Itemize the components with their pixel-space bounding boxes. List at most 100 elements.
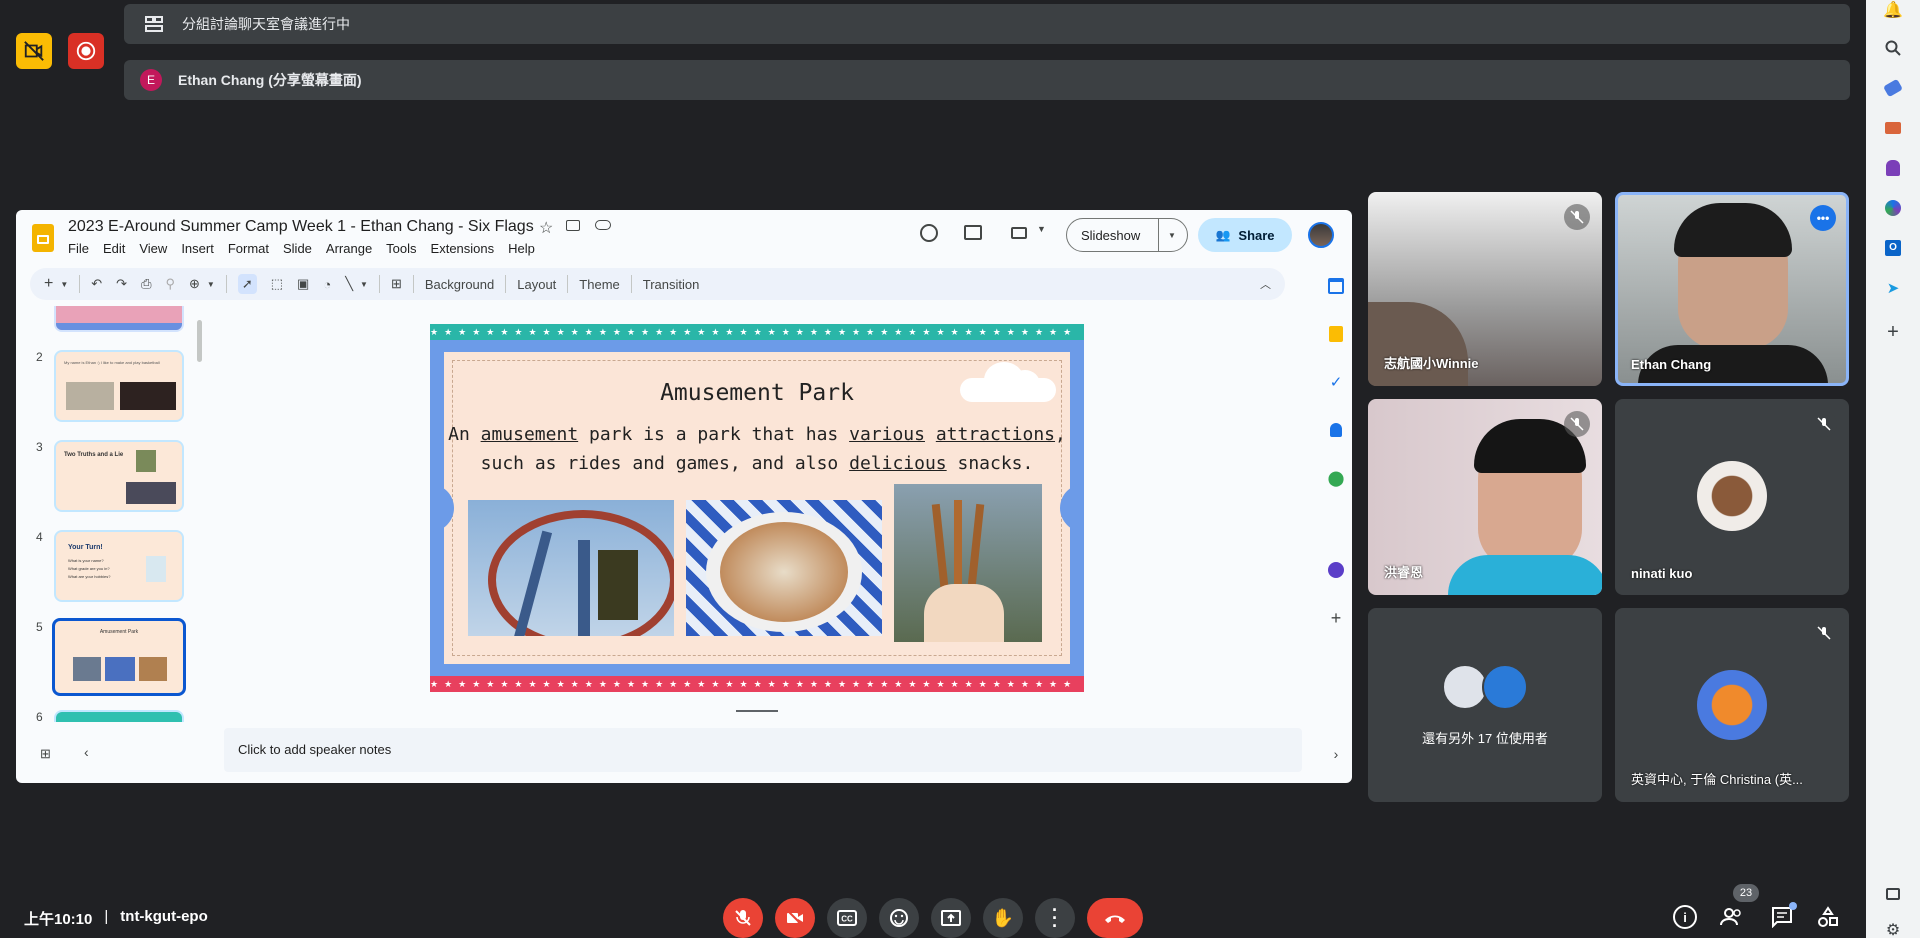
cloud-saved-icon[interactable] <box>595 220 611 230</box>
captions-button[interactable]: CC <box>827 898 867 938</box>
slide-canvas[interactable]: ★★★★★★★★★★★★★★★★★★★★★★★★★★★★★★★★★★★★★★★★… <box>430 324 1084 692</box>
captions-off-badge[interactable] <box>16 33 52 69</box>
participant-tile-christina[interactable]: 英資中心, 于倫 Christina (英... <box>1615 608 1849 802</box>
add-comment-icon[interactable]: ⊞ <box>391 276 402 292</box>
zoom-icon[interactable]: ⊕ <box>189 276 200 292</box>
share-button[interactable]: 👥 Share <box>1198 218 1292 252</box>
present-button[interactable] <box>931 898 971 938</box>
theme-button[interactable]: Theme <box>579 277 619 292</box>
maps-icon[interactable]: ⬤ <box>1322 464 1350 492</box>
slides-logo-icon[interactable] <box>32 224 54 252</box>
slide-thumb-4[interactable]: Your Turn! What is your name? What grade… <box>54 530 184 602</box>
calendar-icon[interactable] <box>1322 272 1350 300</box>
tag-icon[interactable] <box>1879 74 1907 102</box>
new-slide-dropdown-icon[interactable]: ▼ <box>60 280 68 289</box>
frame-icon[interactable]: ⬚ <box>271 276 283 292</box>
recording-badge[interactable] <box>68 33 104 69</box>
transition-button[interactable]: Transition <box>643 277 700 292</box>
participant-tile-ethan[interactable]: ••• Ethan Chang <box>1615 192 1849 386</box>
outlook-icon[interactable]: O <box>1879 234 1907 262</box>
star-icon[interactable]: ☆ <box>539 218 553 238</box>
shape-icon[interactable]: ◔ <box>323 277 331 292</box>
history-icon[interactable] <box>920 224 938 242</box>
background-button[interactable]: Background <box>425 277 494 292</box>
chevron-down-icon[interactable]: ▼ <box>1168 231 1176 240</box>
reactions-button[interactable] <box>879 898 919 938</box>
add-icon[interactable]: + <box>1879 318 1907 346</box>
menu-file[interactable]: File <box>68 241 89 256</box>
meet-icon[interactable] <box>1011 227 1027 239</box>
send-icon[interactable]: ➤ <box>1879 274 1907 302</box>
menu-tools[interactable]: Tools <box>386 241 416 256</box>
doc-title[interactable]: 2023 E-Around Summer Camp Week 1 - Ethan… <box>68 218 534 236</box>
meet-dropdown-icon[interactable]: ▼ <box>1037 224 1046 234</box>
more-vert-icon: · · · <box>1052 900 1058 936</box>
slideshow-button[interactable]: Slideshow ▼ <box>1066 218 1188 252</box>
menu-view[interactable]: View <box>139 241 167 256</box>
keep-icon[interactable] <box>1322 320 1350 348</box>
sidebar-toggle-icon[interactable] <box>1879 880 1907 908</box>
chat-button[interactable] <box>1769 902 1797 930</box>
speaker-notes[interactable]: Click to add speaker notes <box>224 728 1302 772</box>
comments-icon[interactable] <box>964 225 982 240</box>
leave-call-button[interactable] <box>1087 898 1143 938</box>
people-chess-icon[interactable] <box>1879 154 1907 182</box>
avatar <box>1697 461 1767 531</box>
search-icon[interactable] <box>1879 34 1907 62</box>
slide-thumb-3[interactable]: Two Truths and a Lie <box>54 440 184 512</box>
menu-format[interactable]: Format <box>228 241 269 256</box>
slide-thumb-2[interactable]: My name is Ethan :) I like to make and p… <box>54 350 184 422</box>
slide-thumb-5[interactable]: Amusement Park <box>52 618 186 696</box>
participant-name: 洪睿恩 <box>1384 565 1424 580</box>
tasks-icon[interactable]: ✓ <box>1322 368 1350 396</box>
zoom-dropdown-icon[interactable]: ▼ <box>207 280 215 289</box>
meeting-details-icon[interactable]: i <box>1673 905 1697 929</box>
paint-format-icon[interactable]: ⚲ <box>165 276 175 292</box>
redo-icon[interactable]: ↷ <box>116 276 127 292</box>
notes-resize-handle[interactable] <box>736 710 778 712</box>
raise-hand-button[interactable]: ✋ <box>983 898 1023 938</box>
print-icon[interactable]: ⎙ <box>141 276 151 292</box>
menu-arrange[interactable]: Arrange <box>326 241 372 256</box>
layout-button[interactable]: Layout <box>517 277 556 292</box>
activities-button[interactable] <box>1815 904 1841 930</box>
copilot-icon[interactable] <box>1879 194 1907 222</box>
menu-help[interactable]: Help <box>508 241 535 256</box>
grid-view-icon[interactable]: ⊞ <box>40 746 51 762</box>
more-options-button[interactable]: · · · <box>1035 898 1075 938</box>
people-button[interactable] <box>1717 905 1747 929</box>
mic-toggle-button[interactable] <box>723 898 763 938</box>
camera-toggle-button[interactable] <box>775 898 815 938</box>
account-avatar[interactable] <box>1308 222 1334 248</box>
menu-insert[interactable]: Insert <box>181 241 214 256</box>
select-icon[interactable]: ➚ <box>237 274 257 294</box>
notifications-icon[interactable]: 🔔 <box>1879 0 1907 24</box>
settings-icon[interactable]: ⚙ <box>1879 916 1907 938</box>
slide-thumb-6[interactable] <box>54 710 184 722</box>
undo-icon[interactable]: ↶ <box>91 276 102 292</box>
new-slide-icon[interactable]: + <box>44 275 53 293</box>
contacts-icon[interactable] <box>1322 416 1350 444</box>
more-options-icon[interactable]: ••• <box>1810 205 1836 231</box>
slide-thumb-1[interactable] <box>54 306 184 332</box>
line-dropdown-icon[interactable]: ▼ <box>360 280 368 289</box>
get-addons-icon[interactable]: + <box>1322 604 1350 632</box>
filmstrip-scrollbar[interactable] <box>197 320 202 362</box>
slide-title: Amusement Park <box>660 380 854 406</box>
collapse-filmstrip-icon[interactable]: ‹ <box>84 744 89 760</box>
line-icon[interactable]: ╲ <box>345 276 353 292</box>
participant-tile-hong[interactable]: 洪睿恩 <box>1368 399 1602 595</box>
collapse-toolbar-icon[interactable]: ︿ <box>1260 276 1271 292</box>
show-side-panel-icon[interactable]: › <box>1322 740 1350 768</box>
participant-tile-ninati[interactable]: ninati kuo <box>1615 399 1849 595</box>
menu-extensions[interactable]: Extensions <box>431 241 495 256</box>
slide-body: An amusement park is a park that has var… <box>430 420 1084 478</box>
addon-icon[interactable] <box>1322 556 1350 584</box>
menu-slide[interactable]: Slide <box>283 241 312 256</box>
image-icon[interactable]: ▣ <box>297 276 309 292</box>
move-folder-icon[interactable] <box>566 220 580 231</box>
menu-edit[interactable]: Edit <box>103 241 125 256</box>
participant-tile-winnie[interactable]: 志航國小Winnie <box>1368 192 1602 386</box>
others-tile[interactable]: 還有另外 17 位使用者 <box>1368 608 1602 802</box>
briefcase-icon[interactable] <box>1879 114 1907 142</box>
